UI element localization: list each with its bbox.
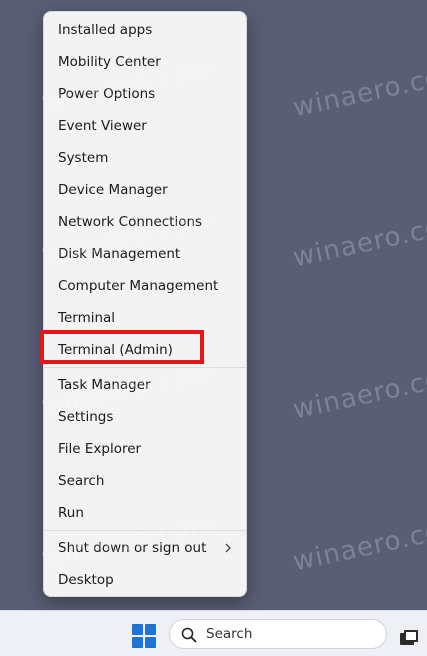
menu-item-task-manager[interactable]: Task Manager bbox=[44, 370, 246, 400]
search-icon bbox=[181, 627, 197, 643]
menu-item-label: Installed apps bbox=[58, 22, 153, 38]
menu-item-label: Shut down or sign out bbox=[58, 540, 207, 556]
logo-tile bbox=[132, 624, 143, 635]
menu-item-label: Network Connections bbox=[58, 214, 203, 230]
menu-item-system[interactable]: System bbox=[44, 143, 246, 173]
menu-item-label: File Explorer bbox=[58, 441, 142, 457]
menu-item-mobility-center[interactable]: Mobility Center bbox=[44, 47, 246, 77]
menu-item-file-explorer[interactable]: File Explorer bbox=[44, 434, 246, 464]
menu-item-label: Desktop bbox=[58, 572, 114, 588]
menu-item-label: Event Viewer bbox=[58, 118, 147, 134]
windows-logo-icon[interactable] bbox=[132, 624, 156, 648]
menu-item-terminal[interactable]: Terminal bbox=[44, 303, 246, 333]
menu-item-label: Settings bbox=[58, 409, 114, 425]
highlight-box bbox=[40, 330, 204, 364]
watermark: winaero.co bbox=[290, 516, 427, 578]
watermark: winaero.co bbox=[290, 212, 427, 274]
menu-separator bbox=[44, 530, 246, 531]
menu-item-label: Computer Management bbox=[58, 278, 219, 294]
menu-item-device-manager[interactable]: Device Manager bbox=[44, 175, 246, 205]
menu-item-search[interactable]: Search bbox=[44, 466, 246, 496]
menu-item-label: Power Options bbox=[58, 86, 156, 102]
logo-tile bbox=[145, 637, 156, 648]
menu-item-disk-management[interactable]: Disk Management bbox=[44, 239, 246, 269]
menu-item-computer-management[interactable]: Computer Management bbox=[44, 271, 246, 301]
menu-item-network-connections[interactable]: Network Connections bbox=[44, 207, 246, 237]
logo-tile bbox=[132, 637, 143, 648]
search-placeholder: Search bbox=[206, 626, 253, 642]
task-view-icon[interactable] bbox=[400, 630, 418, 645]
taskbar: Search bbox=[0, 610, 427, 656]
menu-separator bbox=[44, 367, 246, 368]
menu-item-label: Disk Management bbox=[58, 246, 181, 262]
menu-item-power-options[interactable]: Power Options bbox=[44, 79, 246, 109]
menu-item-label: Task Manager bbox=[58, 377, 151, 393]
menu-item-event-viewer[interactable]: Event Viewer bbox=[44, 111, 246, 141]
task-view-front bbox=[404, 630, 418, 642]
taskbar-search-box[interactable]: Search bbox=[169, 619, 387, 649]
menu-item-label: System bbox=[58, 150, 109, 166]
menu-item-label: Mobility Center bbox=[58, 54, 161, 70]
power-user-menu: Installed apps Mobility Center Power Opt… bbox=[43, 11, 247, 597]
menu-item-label: Device Manager bbox=[58, 182, 168, 198]
logo-tile bbox=[145, 624, 156, 635]
menu-item-label: Terminal bbox=[58, 310, 116, 326]
menu-item-settings[interactable]: Settings bbox=[44, 402, 246, 432]
menu-item-desktop[interactable]: Desktop bbox=[44, 565, 246, 595]
menu-item-label: Search bbox=[58, 473, 105, 489]
menu-item-run[interactable]: Run bbox=[44, 498, 246, 528]
menu-item-label: Run bbox=[58, 505, 84, 521]
watermark: winaero.co bbox=[290, 62, 427, 124]
menu-item-installed-apps[interactable]: Installed apps bbox=[44, 15, 246, 45]
menu-item-shut-down-or-sign-out[interactable]: Shut down or sign out bbox=[44, 533, 246, 563]
watermark: winaero.co bbox=[290, 364, 427, 426]
